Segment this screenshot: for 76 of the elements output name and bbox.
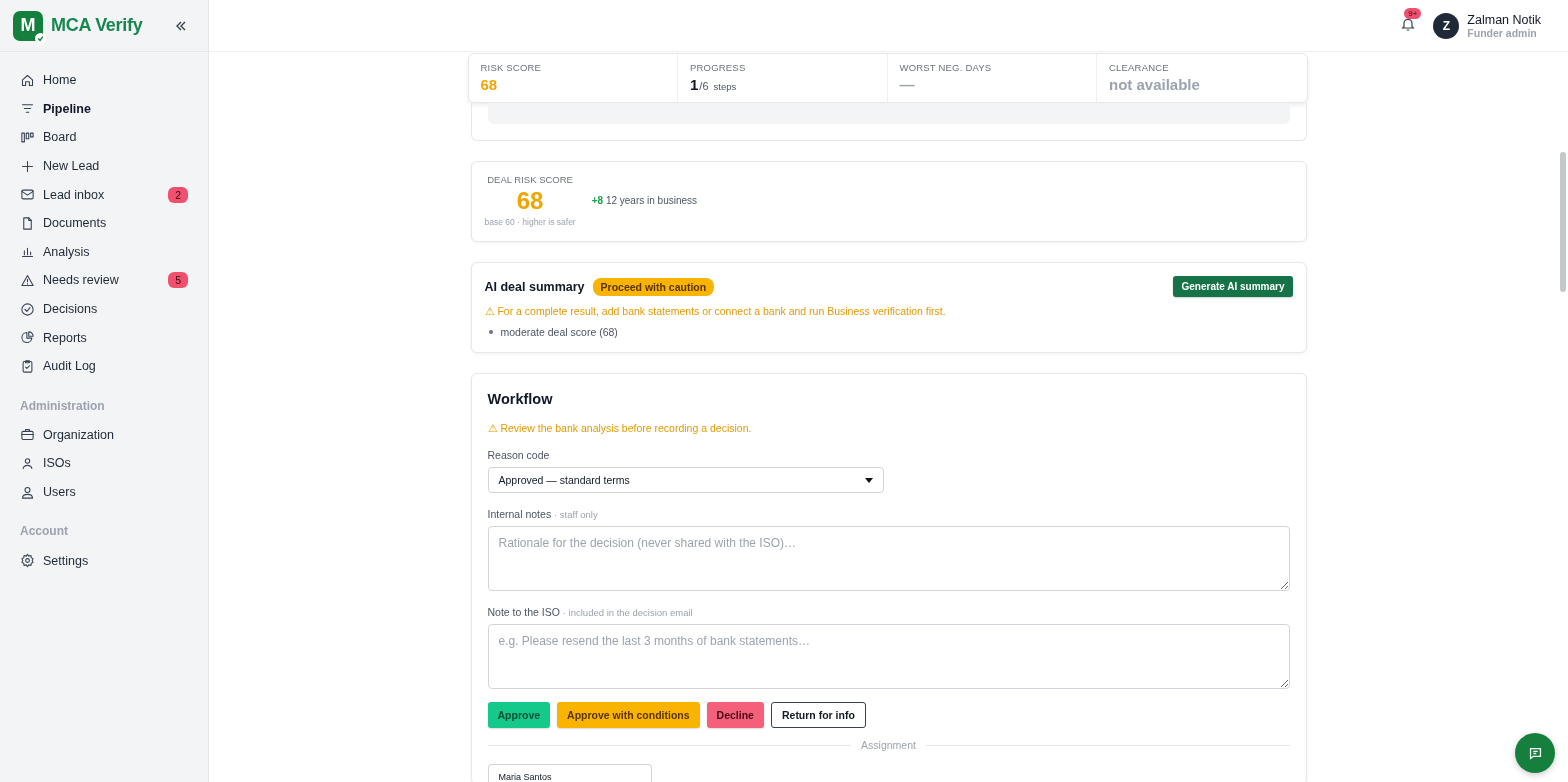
home-icon [20,72,35,88]
nav-item[interactable]: Analysis [12,237,196,267]
settings-icon [20,553,35,569]
warning-icon [20,272,35,288]
nav-item[interactable]: Lead inbox 2 [12,180,196,209]
nav-item[interactable]: Pipeline [12,94,196,124]
board-icon [20,130,35,145]
caret-icon [864,477,873,483]
mail-icon [20,187,35,203]
nav-item[interactable]: Documents [12,208,196,238]
bell-icon [1400,16,1417,32]
user-avatar[interactable]: Z [1433,12,1460,39]
section-title: Account [19,523,69,541]
bullet-icon [488,330,493,334]
nav-item[interactable]: Decisions [12,294,196,324]
nav-item[interactable]: Settings [12,546,196,575]
decision-button[interactable]: Return for info [770,702,866,728]
scrollbar[interactable] [1560,152,1566,292]
nav-item[interactable]: Needs review 5 [12,266,196,295]
stat-value: 1 [690,76,699,93]
check-circle-icon [20,301,35,317]
plus-icon [20,158,35,174]
nav-item[interactable]: Board [12,123,196,152]
iso-note-field[interactable]: e.g. Please resend the last 3 months of bank statements… [487,624,1290,689]
stat-suffix: /6 [699,80,709,92]
reason-select[interactable]: Approved — standard terms [487,467,884,493]
stat-value: not available [1109,76,1200,93]
stat-value: — [899,76,915,93]
stat-label: CLEARANCE [1109,62,1170,73]
check-icon [35,32,46,44]
app-name: MCA Verify [51,15,143,36]
card-title: AI deal summary [484,279,585,294]
generate-button[interactable]: Generate AI summary [1173,276,1293,297]
nav-item[interactable]: Organization [12,420,196,450]
briefcase-icon [20,427,35,443]
stat-label: WORST NEG. DAYS [899,62,993,73]
stat-unit: steps [713,81,737,92]
summary-point: moderate deal score (68) [500,325,618,339]
risk-score: 68 [516,187,544,215]
assignee-select[interactable]: Maria Santos [487,764,652,782]
nav-item[interactable]: ISOs [12,449,196,478]
card-title: Workflow [487,391,554,407]
nav-item[interactable]: Audit Log [12,351,196,381]
count-badge: 2 [168,186,188,203]
user-role: Funder admin [1467,26,1538,39]
stat-label: PROGRESS [690,62,747,73]
nav-item[interactable]: Home [12,66,196,95]
count-badge: 5 [168,272,188,289]
score-note: base 60 · higher is safer [484,217,576,227]
document-icon [20,215,35,231]
field-label: Note to the ISO · included in the decision email [487,606,694,618]
decision-button[interactable]: Approve [487,702,551,728]
notification-badge: 9+ [1404,7,1422,19]
nav-item[interactable]: Reports [12,323,196,352]
pie-chart-icon [20,330,35,346]
section-title: Assignment [861,739,916,751]
chat-button[interactable] [1515,733,1555,773]
decision-button[interactable]: Approve with conditions [557,702,700,728]
clipboard-icon [20,358,35,374]
field-label: Internal notes · staff only [487,508,599,520]
nav-item[interactable]: Users [12,477,196,507]
card-label: DEAL RISK SCORE [487,174,573,185]
stat-value: 68 [480,76,498,93]
section-title: Administration [19,397,106,415]
warning-text: ⚠ For a complete result, add bank statements or connect a bank and run Business verification first. [484,305,947,317]
user-icon [20,484,35,500]
user-name: Zalman Notik [1467,12,1541,27]
warning-text: ⚠ Review the bank analysis before recording a decision. [487,422,753,434]
logo: M [13,10,43,41]
decision-button[interactable]: Decline [706,702,764,728]
verdict-badge: Proceed with caution [592,277,715,296]
score-factor: +8 12 years in business [591,195,698,206]
nav-item[interactable]: New Lead [12,151,196,181]
notes-field[interactable]: Rationale for the decision (never shared with the ISO)… [487,526,1290,591]
stat-label: RISK SCORE [480,62,543,73]
field-label: Reason code [487,449,551,461]
